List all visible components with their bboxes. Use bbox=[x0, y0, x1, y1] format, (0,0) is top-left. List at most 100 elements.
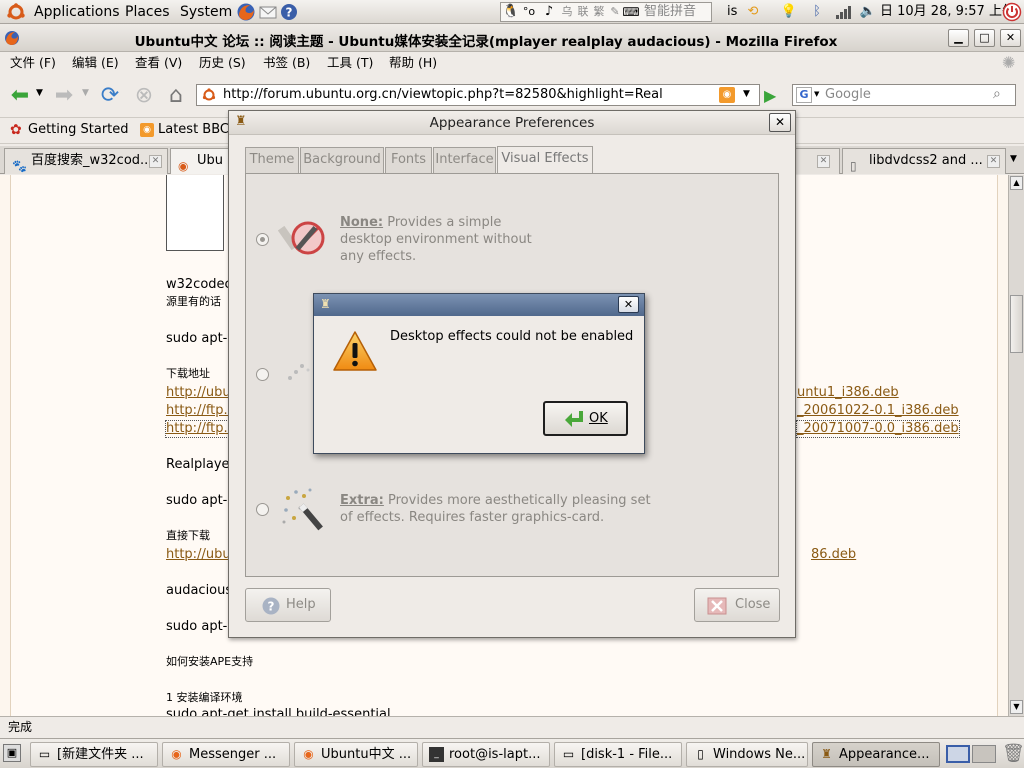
tab-close-icon[interactable]: ✕ bbox=[149, 155, 162, 168]
taskbar-item-terminal[interactable]: _ root@is-lapt... bbox=[422, 742, 550, 767]
chinese-english-toggle-icon[interactable]: °o bbox=[520, 3, 538, 21]
error-dialog-titlebar[interactable]: ♜ ✕ bbox=[314, 294, 644, 316]
mail-launcher-icon[interactable] bbox=[258, 3, 278, 21]
download-link[interactable]: 86.deb bbox=[811, 547, 856, 563]
taskbar-item-file-browser[interactable]: ▭ [disk-1 - File... bbox=[554, 742, 682, 767]
help-launcher-icon[interactable]: ? bbox=[280, 3, 298, 21]
rss-feed-icon[interactable]: ◉ bbox=[719, 87, 735, 103]
back-icon[interactable]: ⬅ bbox=[6, 82, 34, 110]
error-close-icon[interactable]: ✕ bbox=[618, 296, 639, 313]
appearance-window-icon: ♜ bbox=[320, 297, 331, 311]
help-button[interactable]: ? Help bbox=[245, 588, 331, 622]
option-none-desc-2: desktop environment without bbox=[340, 232, 532, 247]
go-icon[interactable]: ▶ bbox=[764, 86, 776, 105]
home-icon[interactable]: ⌂ bbox=[162, 82, 190, 110]
tab-close-icon[interactable]: ✕ bbox=[817, 155, 830, 168]
maximize-button[interactable]: □ bbox=[974, 29, 995, 47]
url-bar[interactable]: http://forum.ubuntu.org.cn/viewtopic.php… bbox=[196, 84, 760, 106]
dialog-close-icon[interactable]: ✕ bbox=[769, 113, 791, 132]
url-text[interactable]: http://forum.ubuntu.org.cn/viewtopic.php… bbox=[223, 87, 663, 103]
firefox-launcher-icon[interactable] bbox=[236, 2, 256, 22]
system-menu[interactable]: System bbox=[180, 3, 232, 21]
punctuation-icon[interactable]: ♪ bbox=[540, 3, 558, 21]
minimize-button[interactable]: ▁ bbox=[948, 29, 969, 47]
close-button[interactable]: Close bbox=[694, 588, 780, 622]
dialog-titlebar[interactable]: ♜ Appearance Preferences ✕ bbox=[229, 111, 795, 135]
download-link[interactable]: _20061022-0.1_i386.deb bbox=[797, 403, 959, 419]
tab-baidu[interactable]: 🐾 百度搜索_w32cod... ✕ bbox=[4, 148, 168, 174]
google-engine-icon[interactable]: G bbox=[796, 87, 812, 103]
clock[interactable]: 日 10月 28, 9:57 上午 bbox=[880, 3, 1015, 21]
bluetooth-icon[interactable]: ᛒ bbox=[808, 3, 826, 21]
search-input[interactable]: Google bbox=[825, 87, 871, 103]
volume-icon[interactable]: 🔈 bbox=[859, 3, 877, 21]
workspace-2[interactable] bbox=[972, 745, 996, 763]
download-link-focused[interactable]: _20071007-0.0_i386.deb bbox=[796, 420, 960, 438]
taskbar-item-new-folder[interactable]: ▭ [新建文件夹 ... bbox=[30, 742, 158, 767]
text-line: 1 安装编译环境 bbox=[166, 691, 243, 704]
tab-list-chevron-icon[interactable]: ▼ bbox=[1010, 154, 1017, 164]
taskbar-item-ubuntu-forum[interactable]: ◉ Ubuntu中文 ... bbox=[294, 742, 418, 767]
close-window-button[interactable]: ✕ bbox=[1000, 29, 1021, 47]
input-method-name[interactable]: 智能拼音 bbox=[644, 3, 696, 21]
tab-background[interactable]: Background bbox=[300, 147, 384, 173]
ubuntu-logo-icon[interactable] bbox=[6, 3, 26, 21]
scroll-thumb[interactable] bbox=[1010, 295, 1023, 353]
workspace-1[interactable] bbox=[946, 745, 970, 763]
wireless-signal-icon[interactable] bbox=[835, 4, 853, 20]
tab-theme[interactable]: Theme bbox=[245, 147, 299, 173]
menu-file[interactable]: 文件 (F) bbox=[10, 55, 56, 71]
taskbar-item-appearance[interactable]: ♜ Appearance... bbox=[812, 742, 940, 767]
search-go-icon[interactable]: ⌕ bbox=[993, 86, 1001, 102]
bookmark-latest-bbc[interactable]: Latest BBC bbox=[158, 122, 229, 138]
task-label: Messenger ... bbox=[189, 747, 277, 762]
taskbar-item-windows-network[interactable]: ▯ Windows Ne... bbox=[686, 742, 808, 767]
menu-history[interactable]: 历史 (S) bbox=[199, 55, 246, 71]
firefox-titlebar[interactable]: Ubuntu中文 论坛 :: 阅读主题 - Ubuntu媒体安装全记录(mpla… bbox=[0, 24, 1024, 52]
tab-libdvdcss[interactable]: ▯ libdvdcss2 and ... ✕ bbox=[842, 148, 1006, 174]
bookmark-getting-started[interactable]: Getting Started bbox=[28, 122, 129, 138]
radio-extra[interactable] bbox=[256, 503, 269, 516]
menu-bookmarks[interactable]: 书签 (B) bbox=[263, 55, 310, 71]
tab-close-icon[interactable]: ✕ bbox=[987, 155, 1000, 168]
menu-tools[interactable]: 工具 (T) bbox=[327, 55, 373, 71]
forward-icon[interactable]: ➡ bbox=[50, 82, 78, 110]
radio-normal[interactable] bbox=[256, 368, 269, 381]
taskbar-item-messenger[interactable]: ◉ Messenger ... bbox=[162, 742, 290, 767]
tab-hidden[interactable]: ✕ bbox=[790, 148, 840, 174]
forward-history-chevron-icon[interactable]: ▼ bbox=[82, 88, 89, 98]
keyboard-icon[interactable]: ⌨ bbox=[622, 3, 640, 21]
option-extra-text: Extra: Provides more aesthetically pleas… bbox=[340, 492, 651, 526]
scroll-up-icon[interactable]: ▲ bbox=[1010, 176, 1023, 190]
penguin-icon[interactable]: 🐧 bbox=[502, 3, 520, 21]
url-history-chevron-icon[interactable]: ▼ bbox=[743, 89, 750, 99]
search-bar[interactable]: G ▼ Google ⌕ bbox=[792, 84, 1016, 106]
download-link[interactable]: http://ftp.s bbox=[166, 403, 234, 419]
ok-button[interactable]: OK bbox=[543, 401, 628, 436]
download-link-focused[interactable]: http://ftp.s bbox=[164, 420, 236, 438]
download-link[interactable]: http://ubu bbox=[166, 385, 231, 401]
places-menu[interactable]: Places bbox=[125, 3, 170, 21]
tab-interface[interactable]: Interface bbox=[433, 147, 496, 173]
applications-menu[interactable]: Applications bbox=[34, 3, 120, 21]
back-history-chevron-icon[interactable]: ▼ bbox=[36, 88, 43, 98]
download-link[interactable]: untu1_i386.deb bbox=[797, 385, 899, 401]
tab-visual-effects[interactable]: Visual Effects bbox=[497, 146, 593, 173]
download-link[interactable]: http://ubu bbox=[166, 547, 231, 563]
reload-icon[interactable]: ⟳ bbox=[96, 82, 124, 110]
scroll-down-icon[interactable]: ▼ bbox=[1010, 700, 1023, 714]
user-switcher[interactable]: is bbox=[727, 3, 737, 21]
menu-view[interactable]: 查看 (V) bbox=[135, 55, 182, 71]
radio-none[interactable] bbox=[256, 233, 269, 246]
bulb-icon[interactable]: 💡 bbox=[780, 3, 798, 21]
stop-icon[interactable]: ⊗ bbox=[130, 82, 158, 110]
vertical-scrollbar[interactable]: ▲ ▼ bbox=[1008, 175, 1024, 716]
trash-icon[interactable]: 🗑 bbox=[1002, 743, 1024, 764]
scim-icon[interactable]: ⟲ bbox=[744, 3, 762, 21]
show-desktop-icon[interactable]: ▣ bbox=[3, 744, 21, 762]
tab-fonts[interactable]: Fonts bbox=[385, 147, 432, 173]
search-engine-chevron-icon[interactable]: ▼ bbox=[814, 90, 819, 98]
power-icon[interactable] bbox=[1002, 2, 1022, 22]
menu-edit[interactable]: 编辑 (E) bbox=[72, 55, 119, 71]
menu-help[interactable]: 帮助 (H) bbox=[389, 55, 437, 71]
